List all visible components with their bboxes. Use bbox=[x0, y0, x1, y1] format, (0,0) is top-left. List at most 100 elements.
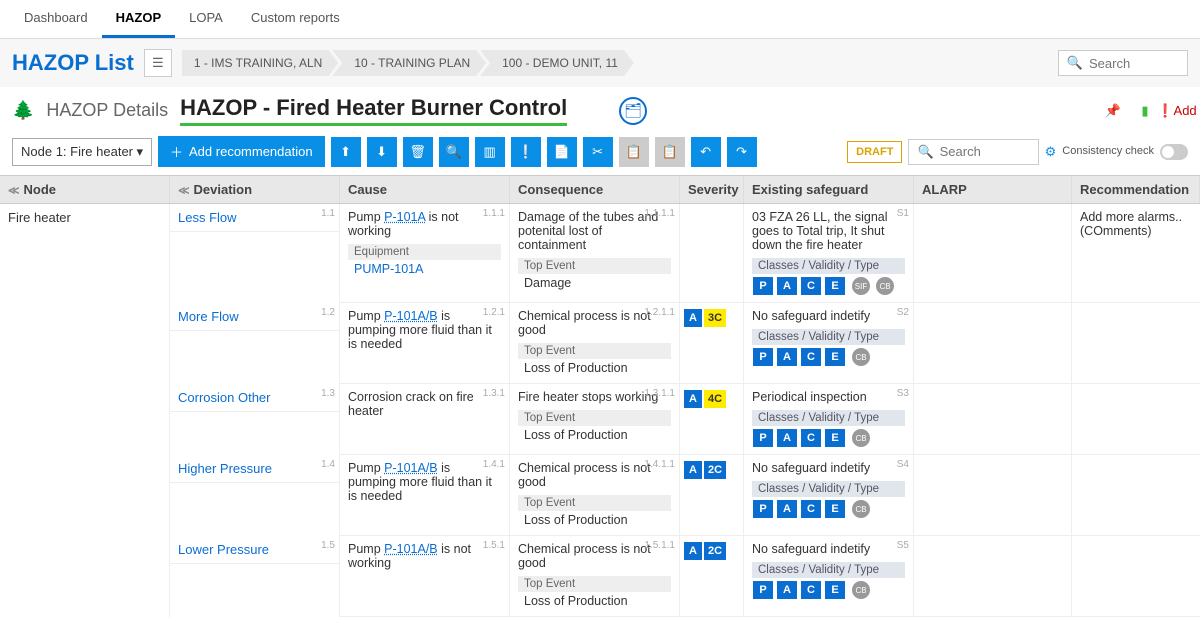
deviation-link[interactable]: More Flow bbox=[178, 309, 239, 324]
delete-icon[interactable]: 🗑 bbox=[403, 137, 433, 167]
toolbar-search[interactable]: 🔍 bbox=[908, 139, 1038, 165]
col-severity[interactable]: Severity bbox=[680, 176, 744, 203]
equipment-link[interactable]: P-101A/B bbox=[384, 309, 438, 323]
info-icon[interactable]: ❕ bbox=[511, 137, 541, 167]
deviation-link[interactable]: Lower Pressure bbox=[178, 542, 269, 557]
breadcrumb-item[interactable]: 1 - IMS TRAINING, ALN bbox=[182, 50, 338, 76]
recommendation-cell[interactable]: Add more alarms.. (COmments) bbox=[1072, 204, 1200, 302]
toolbar-search-input[interactable] bbox=[940, 144, 1030, 159]
class-chip-p[interactable]: P bbox=[752, 347, 774, 367]
undo-icon[interactable]: ↶ bbox=[691, 137, 721, 167]
class-chip-e[interactable]: E bbox=[824, 499, 846, 519]
severity-badge-a[interactable]: A bbox=[684, 542, 702, 560]
severity-badge-a[interactable]: A bbox=[684, 461, 702, 479]
class-chip-a[interactable]: A bbox=[776, 276, 798, 296]
global-search-input[interactable] bbox=[1089, 56, 1179, 71]
class-chip-e[interactable]: E bbox=[824, 276, 846, 296]
class-chip-p[interactable]: P bbox=[752, 428, 774, 448]
collapse-icon: ≪ bbox=[178, 185, 190, 197]
class-chip-p[interactable]: P bbox=[752, 580, 774, 600]
draft-badge: DRAFT bbox=[847, 141, 902, 163]
classes-row: PACE CB bbox=[752, 580, 905, 600]
col-recommendation[interactable]: Recommendation bbox=[1072, 176, 1200, 203]
recommendation-cell[interactable] bbox=[1072, 303, 1200, 383]
gear-icon[interactable]: ⚙ bbox=[1045, 144, 1057, 160]
consistency-toggle[interactable] bbox=[1160, 144, 1188, 160]
node-select[interactable]: Node 1: Fire heater ▾ bbox=[12, 138, 152, 166]
recommendation-cell[interactable] bbox=[1072, 455, 1200, 535]
severity-badge-a[interactable]: A bbox=[684, 309, 702, 327]
pin-icon[interactable]: 📌 bbox=[1102, 100, 1124, 122]
class-chip-p[interactable]: P bbox=[752, 499, 774, 519]
deviation-link[interactable]: Less Flow bbox=[178, 210, 237, 225]
equipment-link[interactable]: P-101A/B bbox=[384, 461, 438, 475]
shield-cb-icon[interactable]: CB bbox=[852, 348, 870, 366]
columns-icon[interactable]: ▥ bbox=[475, 137, 505, 167]
class-chip-e[interactable]: E bbox=[824, 428, 846, 448]
class-chip-c[interactable]: C bbox=[800, 347, 822, 367]
col-node[interactable]: ≪Node bbox=[0, 176, 170, 203]
shield-cb-icon[interactable]: CB bbox=[876, 277, 894, 295]
shield-sif-icon[interactable]: SIF bbox=[852, 277, 870, 295]
page-title: HAZOP - Fired Heater Burner Control bbox=[180, 95, 567, 126]
deviation-link[interactable]: Corrosion Other bbox=[178, 390, 270, 405]
class-chip-e[interactable]: E bbox=[824, 580, 846, 600]
upload-icon[interactable]: ⬆ bbox=[331, 137, 361, 167]
breadcrumb-item[interactable]: 100 - DEMO UNIT, 11 bbox=[480, 50, 634, 76]
class-chip-c[interactable]: C bbox=[800, 580, 822, 600]
class-chip-p[interactable]: P bbox=[752, 276, 774, 296]
class-chip-c[interactable]: C bbox=[800, 276, 822, 296]
cause-index: 1.1.1 bbox=[483, 208, 505, 219]
download-icon[interactable]: ⬇ bbox=[367, 137, 397, 167]
tab-dashboard[interactable]: Dashboard bbox=[10, 0, 102, 38]
col-safeguard[interactable]: Existing safeguard bbox=[744, 176, 914, 203]
details-header: 🌲 HAZOP Details HAZOP - Fired Heater Bur… bbox=[0, 87, 1200, 128]
add-recommendation-button[interactable]: ＋ Add recommendation bbox=[158, 136, 325, 167]
redo-icon[interactable]: ↷ bbox=[727, 137, 757, 167]
classes-header: Classes / Validity / Type bbox=[752, 329, 905, 345]
cut-icon[interactable]: ✂ bbox=[583, 137, 613, 167]
copy-icon[interactable]: 📄 bbox=[547, 137, 577, 167]
class-chip-c[interactable]: C bbox=[800, 499, 822, 519]
equipment-link[interactable]: P-101A bbox=[384, 210, 425, 224]
calendar-icon[interactable]: 🗂 bbox=[619, 97, 647, 125]
grid-header: ≪Node ≪Deviation Cause Consequence Sever… bbox=[0, 175, 1200, 204]
class-chip-a[interactable]: A bbox=[776, 499, 798, 519]
shield-cb-icon[interactable]: CB bbox=[852, 429, 870, 447]
class-chip-a[interactable]: A bbox=[776, 428, 798, 448]
col-alarp[interactable]: ALARP bbox=[914, 176, 1072, 203]
classes-row: PACE SIF CB bbox=[752, 276, 905, 296]
breadcrumb-item[interactable]: 10 - TRAINING PLAN bbox=[332, 50, 486, 76]
recommendation-cell[interactable] bbox=[1072, 384, 1200, 454]
tab-hazop[interactable]: HAZOP bbox=[102, 0, 176, 38]
equipment-link[interactable]: PUMP-101A bbox=[354, 262, 423, 276]
severity-badge-value[interactable]: 4C bbox=[704, 390, 726, 408]
node-cell[interactable]: Fire heater bbox=[0, 204, 170, 617]
col-deviation[interactable]: ≪Deviation bbox=[170, 176, 340, 203]
equipment-header: Equipment bbox=[348, 244, 501, 260]
zoom-icon[interactable]: 🔍 bbox=[439, 137, 469, 167]
severity-badge-value[interactable]: 2C bbox=[704, 542, 726, 560]
recommendation-cell[interactable] bbox=[1072, 536, 1200, 616]
class-chip-a[interactable]: A bbox=[776, 580, 798, 600]
severity-badge-value[interactable]: 2C bbox=[704, 461, 726, 479]
topevent-value: Loss of Production bbox=[518, 511, 671, 529]
shield-cb-icon[interactable]: CB bbox=[852, 581, 870, 599]
severity-badge-value[interactable]: 3C bbox=[704, 309, 726, 327]
deviation-index: 1.3 bbox=[321, 388, 335, 399]
severity-badge-a[interactable]: A bbox=[684, 390, 702, 408]
class-chip-c[interactable]: C bbox=[800, 428, 822, 448]
class-chip-e[interactable]: E bbox=[824, 347, 846, 367]
menu-button[interactable]: ☰ bbox=[144, 49, 172, 77]
shield-cb-icon[interactable]: CB bbox=[852, 500, 870, 518]
col-consequence[interactable]: Consequence bbox=[510, 176, 680, 203]
deviation-link[interactable]: Higher Pressure bbox=[178, 461, 272, 476]
tab-custom-reports[interactable]: Custom reports bbox=[237, 0, 354, 38]
tab-lopa[interactable]: LOPA bbox=[175, 0, 237, 38]
global-search[interactable]: 🔍 bbox=[1058, 50, 1188, 76]
class-chip-a[interactable]: A bbox=[776, 347, 798, 367]
add-button[interactable]: ❗Add bbox=[1166, 100, 1188, 122]
excel-icon[interactable]: ▮ bbox=[1134, 100, 1156, 122]
equipment-link[interactable]: P-101A/B bbox=[384, 542, 438, 556]
col-cause[interactable]: Cause bbox=[340, 176, 510, 203]
